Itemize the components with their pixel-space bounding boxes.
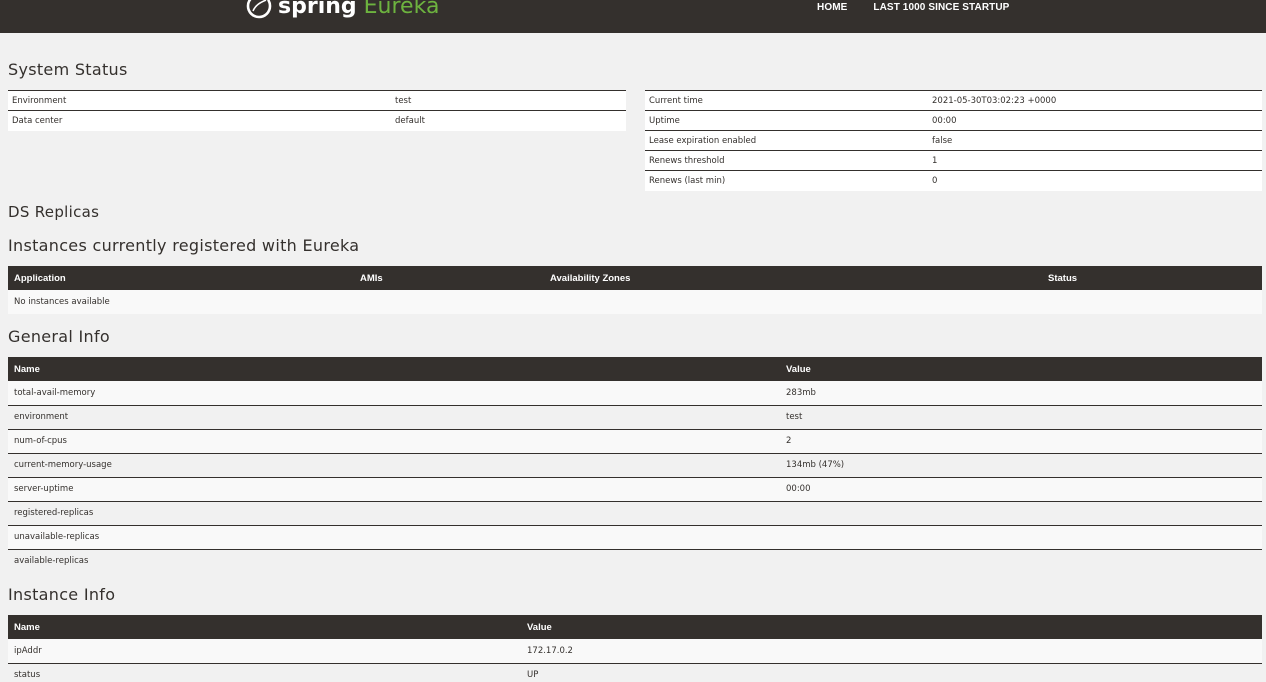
col-name: Name: [8, 615, 521, 639]
table-row: Lease expiration enabled false: [645, 130, 1262, 151]
nav-home-link[interactable]: HOME: [817, 2, 847, 13]
status-value: false: [928, 130, 1262, 151]
nav-last-1000-link[interactable]: LAST 1000 SINCE STARTUP: [873, 2, 1009, 13]
instance-info-table: Name Value ipAddr 172.17.0.2 status UP: [8, 615, 1262, 682]
info-value: [780, 524, 1262, 549]
table-row: available-replicas: [8, 548, 1262, 573]
col-value: Value: [521, 615, 1262, 639]
info-name: ipAddr: [8, 639, 521, 663]
table-row: environment test: [8, 404, 1262, 429]
table-header-row: Name Value: [8, 357, 1262, 381]
table-header-row: Application AMIs Availability Zones Stat…: [8, 266, 1262, 290]
status-value: test: [391, 90, 626, 111]
table-row: total-avail-memory 283mb: [8, 381, 1262, 405]
info-name: environment: [8, 404, 780, 429]
no-instances-message: No instances available: [8, 290, 1262, 314]
info-value: UP: [521, 662, 1262, 682]
col-amis[interactable]: AMIs: [354, 266, 544, 290]
info-name: current-memory-usage: [8, 452, 780, 477]
table-row: Data center default: [8, 110, 626, 131]
info-name: available-replicas: [8, 548, 780, 573]
status-key: Current time: [645, 90, 928, 111]
col-value: Value: [780, 357, 1262, 381]
info-value: [780, 500, 1262, 525]
info-name: registered-replicas: [8, 500, 780, 525]
table-row: Environment test: [8, 90, 626, 111]
status-value: default: [391, 110, 626, 131]
system-status-left-table: Environment test Data center default: [8, 90, 626, 131]
system-status-right-table: Current time 2021-05-30T03:02:23 +0000 U…: [645, 90, 1262, 191]
ds-replicas-heading: DS Replicas: [8, 203, 100, 221]
col-application[interactable]: Application: [8, 266, 354, 290]
col-availability-zones[interactable]: Availability Zones: [544, 266, 1042, 290]
table-row: Current time 2021-05-30T03:02:23 +0000: [645, 90, 1262, 111]
instance-info-heading: Instance Info: [8, 585, 116, 604]
status-value: 1: [928, 150, 1262, 171]
table-row: status UP: [8, 662, 1262, 682]
status-key: Renews threshold: [645, 150, 928, 171]
brand-spring-text: spring: [278, 0, 357, 19]
col-name: Name: [8, 357, 780, 381]
info-name: server-uptime: [8, 476, 780, 501]
nav-links: HOME LAST 1000 SINCE STARTUP: [817, 2, 1035, 13]
table-row: Uptime 00:00: [645, 110, 1262, 131]
info-value: 00:00: [780, 476, 1262, 501]
status-value: 0: [928, 170, 1262, 191]
top-navbar: spring Eureka HOME LAST 1000 SINCE START…: [0, 0, 1266, 33]
info-name: num-of-cpus: [8, 428, 780, 453]
status-key: Data center: [8, 110, 391, 131]
table-row: num-of-cpus 2: [8, 428, 1262, 453]
info-name: total-avail-memory: [8, 381, 780, 405]
table-row: unavailable-replicas: [8, 524, 1262, 549]
info-name: unavailable-replicas: [8, 524, 780, 549]
info-value: 172.17.0.2: [521, 639, 1262, 663]
table-row: server-uptime 00:00: [8, 476, 1262, 501]
table-header-row: Name Value: [8, 615, 1262, 639]
table-row: ipAddr 172.17.0.2: [8, 639, 1262, 663]
status-key: Renews (last min): [645, 170, 928, 191]
table-row: registered-replicas: [8, 500, 1262, 525]
info-value: test: [780, 404, 1262, 429]
spring-leaf-icon: [246, 0, 272, 19]
instances-heading: Instances currently registered with Eure…: [8, 236, 360, 255]
instances-table: Application AMIs Availability Zones Stat…: [8, 266, 1262, 314]
table-row: current-memory-usage 134mb (47%): [8, 452, 1262, 477]
general-info-table: Name Value total-avail-memory 283mb envi…: [8, 357, 1262, 573]
status-value: 2021-05-30T03:02:23 +0000: [928, 90, 1262, 111]
table-row: Renews threshold 1: [645, 150, 1262, 171]
system-status-heading: System Status: [8, 60, 128, 79]
info-value: 2: [780, 428, 1262, 453]
info-name: status: [8, 662, 521, 682]
table-row: Renews (last min) 0: [645, 170, 1262, 191]
status-key: Uptime: [645, 110, 928, 131]
status-key: Environment: [8, 90, 391, 111]
brand-eureka-text: Eureka: [363, 0, 440, 19]
col-status[interactable]: Status: [1042, 266, 1262, 290]
info-value: 283mb: [780, 381, 1262, 405]
info-value: [780, 548, 1262, 573]
table-row: No instances available: [8, 290, 1262, 314]
status-value: 00:00: [928, 110, 1262, 131]
status-key: Lease expiration enabled: [645, 130, 928, 151]
spring-eureka-logo[interactable]: spring Eureka: [244, 0, 439, 21]
info-value: 134mb (47%): [780, 452, 1262, 477]
general-info-heading: General Info: [8, 327, 111, 346]
